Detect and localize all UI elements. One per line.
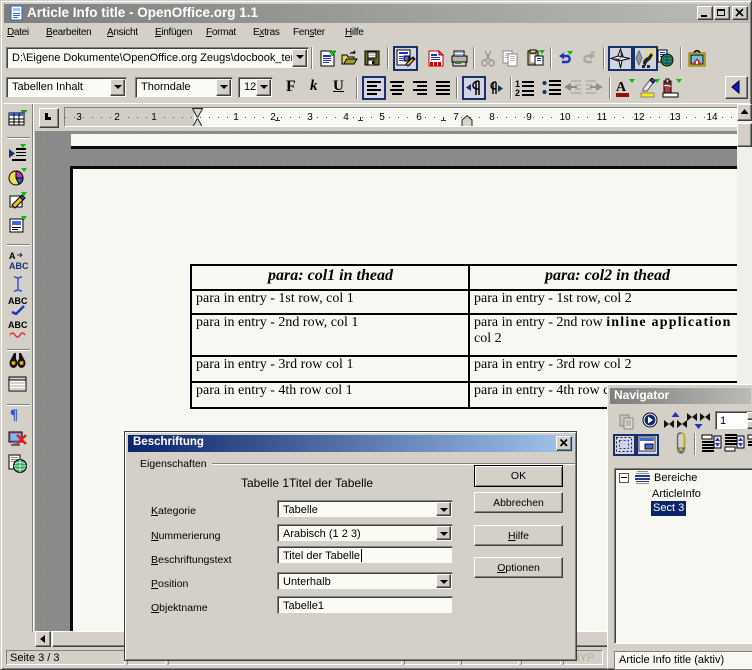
svg-text:ABC: ABC: [9, 261, 28, 270]
svg-text:A: A: [616, 80, 627, 95]
svg-text:ABC: ABC: [8, 320, 28, 330]
svg-text:2: 2: [515, 88, 520, 98]
svg-text:ABC: ABC: [8, 296, 28, 306]
svg-text:A: A: [9, 251, 16, 261]
